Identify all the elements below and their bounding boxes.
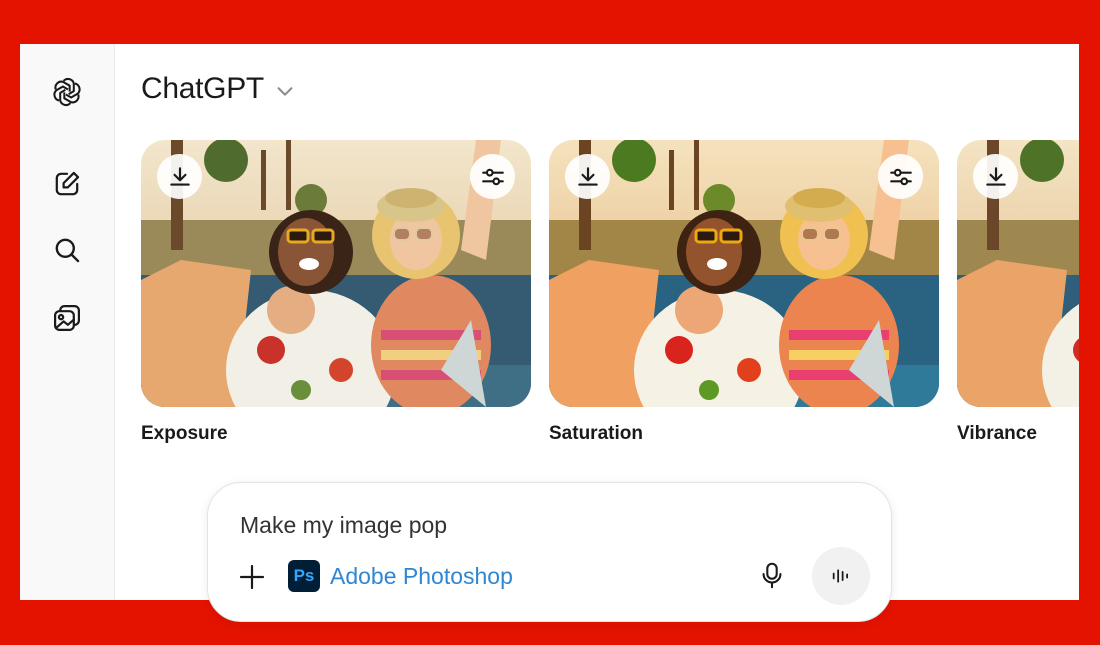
adjust-button[interactable]: [470, 154, 515, 199]
photoshop-logo-icon: Ps: [288, 560, 320, 592]
result-card-vibrance[interactable]: Vibrance: [957, 140, 1079, 444]
chevron-down-icon: [277, 87, 293, 96]
result-image[interactable]: [141, 140, 531, 407]
download-icon: [985, 166, 1006, 186]
composer: Ps Adobe Photoshop: [207, 482, 892, 622]
result-image[interactable]: [957, 140, 1079, 407]
voice-wave-icon: [832, 569, 848, 583]
download-button[interactable]: [973, 154, 1018, 199]
result-label: Saturation: [549, 423, 643, 444]
openai-logo-icon[interactable]: [47, 72, 87, 112]
download-icon: [577, 166, 598, 186]
prompt-input[interactable]: [240, 509, 800, 541]
adjust-button[interactable]: [878, 154, 923, 199]
result-card-saturation[interactable]: Saturation: [549, 140, 939, 444]
sliders-icon: [889, 168, 912, 185]
result-image[interactable]: [549, 140, 939, 407]
sliders-icon: [481, 168, 504, 185]
sidebar: [20, 44, 115, 600]
library-icon[interactable]: [47, 298, 87, 338]
add-attachment-button[interactable]: [236, 561, 268, 593]
voice-mode-button[interactable]: [812, 547, 870, 605]
download-button[interactable]: [565, 154, 610, 199]
new-chat-icon[interactable]: [47, 164, 87, 204]
search-icon[interactable]: [47, 230, 87, 270]
model-name: ChatGPT: [141, 72, 264, 105]
tool-label: Adobe Photoshop: [330, 562, 513, 589]
download-button[interactable]: [157, 154, 202, 199]
download-icon: [169, 166, 190, 186]
result-label: Vibrance: [957, 423, 1037, 444]
result-label: Exposure: [141, 423, 228, 444]
model-picker[interactable]: ChatGPT: [141, 72, 296, 106]
photoshop-tool-chip[interactable]: Ps Adobe Photoshop: [288, 560, 513, 592]
microphone-icon: [762, 562, 782, 589]
plus-icon: [239, 564, 265, 590]
result-card-exposure[interactable]: Exposure: [141, 140, 531, 444]
dictate-button[interactable]: [754, 557, 790, 593]
